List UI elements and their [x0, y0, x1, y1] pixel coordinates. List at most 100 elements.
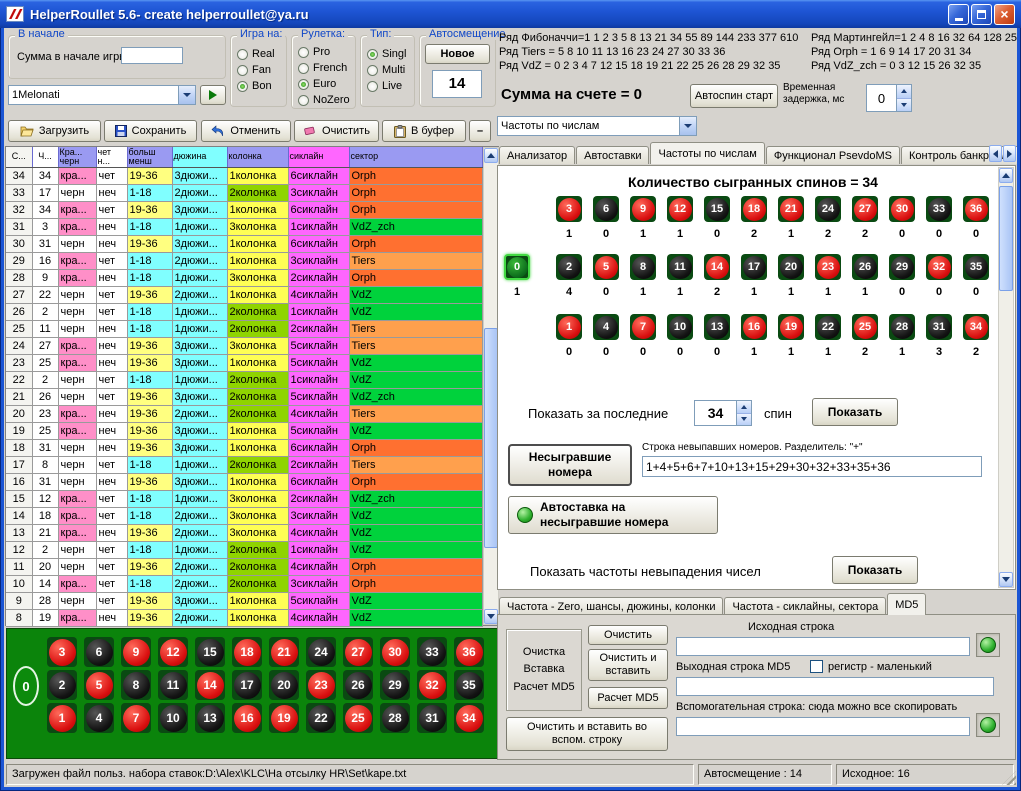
board-cell-11[interactable]: 11 — [667, 254, 693, 280]
table-row[interactable]: 1321кра...неч19-362дюжи...3колонка4сикла… — [6, 524, 483, 541]
radio-type-live[interactable]: Live — [367, 78, 406, 94]
board-cell-0[interactable]: 0 — [13, 666, 39, 706]
radio-game-real[interactable]: Real — [237, 46, 275, 62]
radio-icon[interactable] — [237, 65, 248, 76]
table-row[interactable]: 1512кра...чет1-181дюжи...3колонка2сиклай… — [6, 490, 483, 507]
board-cell-13[interactable]: 13 — [704, 314, 730, 340]
board-cell-5[interactable]: 5 — [593, 254, 619, 280]
board-cell-18[interactable]: 18 — [232, 637, 262, 667]
md5-clear-button[interactable]: Очистить — [588, 625, 668, 645]
radio-roulette-french[interactable]: French — [298, 60, 350, 76]
board-cell-12[interactable]: 12 — [158, 637, 188, 667]
show-freq-button[interactable]: Показать — [832, 556, 918, 584]
board-cell-15[interactable]: 15 — [195, 637, 225, 667]
minus-button[interactable]: – — [469, 120, 491, 142]
board-cell-9[interactable]: 9 — [630, 196, 656, 222]
board-cell-15[interactable]: 15 — [704, 196, 730, 222]
tab-2[interactable]: Частоты по числам — [650, 142, 764, 164]
board-cell-7[interactable]: 7 — [630, 314, 656, 340]
board-cell-33[interactable]: 33 — [926, 196, 952, 222]
minimize-button[interactable] — [948, 4, 969, 25]
board-cell-8[interactable]: 8 — [630, 254, 656, 280]
table-row[interactable]: 1418кра...чет1-182дюжи...3колонка3сиклай… — [6, 507, 483, 524]
table-row[interactable]: 222чернчет1-181дюжи...2колонка1сиклайнVd… — [6, 371, 483, 388]
table-row[interactable]: 1831черннеч19-363дюжи...1колонка6сиклайн… — [6, 439, 483, 456]
radio-icon[interactable] — [298, 47, 309, 58]
new-offset-button[interactable]: Новое — [425, 44, 490, 64]
maximize-button[interactable] — [971, 4, 992, 25]
radio-roulette-euro[interactable]: Euro — [298, 76, 350, 92]
board-cell-3[interactable]: 3 — [556, 196, 582, 222]
delay-spinner[interactable]: 0 — [866, 84, 912, 112]
freq-mode-combo[interactable]: Частоты по числам — [497, 116, 697, 136]
tabs-scroll-left-icon[interactable] — [989, 145, 1002, 162]
chevron-down-icon[interactable] — [178, 86, 195, 104]
board-cell-2[interactable]: 2 — [556, 254, 582, 280]
board-cell-22[interactable]: 22 — [815, 314, 841, 340]
board-cell-10[interactable]: 10 — [667, 314, 693, 340]
board-cell-29[interactable]: 29 — [380, 670, 410, 700]
table-row[interactable]: 3234кра...чет19-363дюжи...1колонка6сикла… — [6, 201, 483, 218]
column-header[interactable]: сиклайн — [288, 147, 349, 167]
board-cell-25[interactable]: 25 — [343, 703, 373, 733]
board-cell-21[interactable]: 21 — [778, 196, 804, 222]
bottom-tab-0[interactable]: Частота - Zero, шансы, дюжины, колонки — [499, 597, 723, 615]
board-cell-5[interactable]: 5 — [84, 670, 114, 700]
column-header[interactable]: Ч... — [32, 147, 58, 167]
board-cell-36[interactable]: 36 — [454, 637, 484, 667]
table-row[interactable]: 1631черннеч19-363дюжи...1колонка6сиклайн… — [6, 473, 483, 490]
board-cell-32[interactable]: 32 — [417, 670, 447, 700]
board-cell-27[interactable]: 27 — [343, 637, 373, 667]
board-cell-35[interactable]: 35 — [963, 254, 989, 280]
board-cell-23[interactable]: 23 — [815, 254, 841, 280]
board-cell-22[interactable]: 22 — [306, 703, 336, 733]
board-cell-13[interactable]: 13 — [195, 703, 225, 733]
clear-button[interactable]: Очистить — [294, 120, 379, 142]
board-cell-10[interactable]: 10 — [158, 703, 188, 733]
table-row[interactable]: 2722чернчет19-362дюжи...1колонка4сиклайн… — [6, 286, 483, 303]
bottom-tab-2[interactable]: MD5 — [887, 593, 926, 615]
scroll-thumb[interactable] — [999, 186, 1013, 291]
table-row[interactable]: 1014кра...чет1-182дюжи...2колонка3сиклай… — [6, 575, 483, 592]
board-cell-23[interactable]: 23 — [306, 670, 336, 700]
board-cell-6[interactable]: 6 — [84, 637, 114, 667]
play-button[interactable] — [200, 85, 226, 105]
missed-string-input[interactable] — [642, 456, 982, 477]
table-row[interactable]: 928чернчет19-363дюжи...1колонка5сиклайнV… — [6, 592, 483, 609]
table-row[interactable]: 289кра...неч1-181дюжи...3колонка2сиклайн… — [6, 269, 483, 286]
table-row[interactable]: 313кра...неч1-181дюжи...3колонка1сиклайн… — [6, 218, 483, 235]
board-cell-33[interactable]: 33 — [417, 637, 447, 667]
board-cell-0[interactable]: 0 — [504, 254, 530, 280]
radio-game-bon[interactable]: Bon — [237, 78, 275, 94]
load-button[interactable]: Загрузить — [8, 120, 101, 142]
board-cell-19[interactable]: 19 — [778, 314, 804, 340]
board-cell-30[interactable]: 30 — [380, 637, 410, 667]
board-cell-32[interactable]: 32 — [926, 254, 952, 280]
board-cell-26[interactable]: 26 — [852, 254, 878, 280]
table-row[interactable]: 2511черннеч1-181дюжи...2колонка2сиклайнT… — [6, 320, 483, 337]
scroll-down-icon[interactable] — [484, 609, 498, 624]
board-cell-19[interactable]: 19 — [269, 703, 299, 733]
scroll-thumb[interactable] — [484, 328, 498, 548]
md5-clear-paste-button[interactable]: Очистить и вставить — [588, 649, 668, 681]
md5-output-input[interactable] — [676, 677, 994, 696]
panel-scrollbar[interactable] — [998, 167, 1014, 588]
radio-icon[interactable] — [367, 49, 378, 60]
radio-icon[interactable] — [298, 95, 309, 106]
column-header[interactable]: дюжина — [172, 147, 227, 167]
table-row[interactable]: 2325кра...неч19-363дюжи...1колонка5сикла… — [6, 354, 483, 371]
last-spins-spinner[interactable]: 34 — [694, 400, 752, 426]
board-cell-4[interactable]: 4 — [593, 314, 619, 340]
board-cell-27[interactable]: 27 — [852, 196, 878, 222]
board-cell-11[interactable]: 11 — [158, 670, 188, 700]
board-cell-1[interactable]: 1 — [556, 314, 582, 340]
table-row[interactable]: 2126чернчет19-363дюжи...2колонка5сиклайн… — [6, 388, 483, 405]
table-row[interactable]: 2916кра...чет1-182дюжи...1колонка3сиклай… — [6, 252, 483, 269]
md5-aux-input[interactable] — [676, 717, 970, 736]
spin-down-icon[interactable] — [737, 414, 751, 426]
table-row[interactable]: 2023кра...неч19-362дюжи...2колонка4сикла… — [6, 405, 483, 422]
board-cell-31[interactable]: 31 — [417, 703, 447, 733]
board-cell-17[interactable]: 17 — [741, 254, 767, 280]
spin-down-icon[interactable] — [897, 99, 911, 112]
radio-roulette-nozero[interactable]: NoZero — [298, 92, 350, 108]
